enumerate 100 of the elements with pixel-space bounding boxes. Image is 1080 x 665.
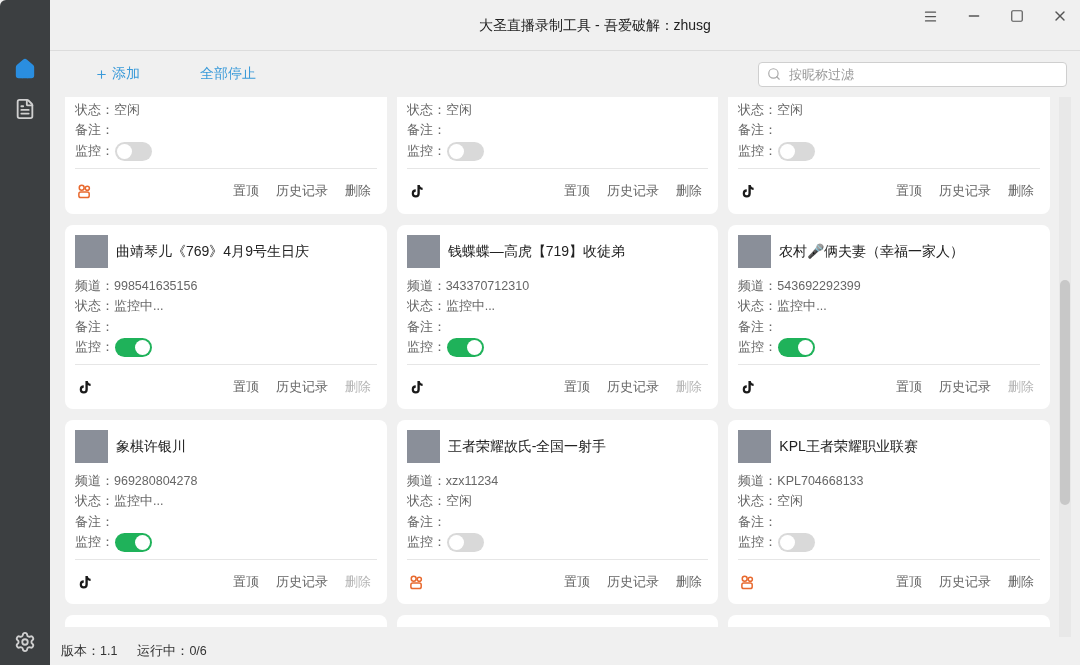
- monitor-toggle[interactable]: [115, 141, 152, 161]
- field-label: 频道：: [406, 277, 446, 295]
- plus-icon: [95, 67, 108, 81]
- card-action-link[interactable]: 置顶: [564, 572, 591, 592]
- card-action-link[interactable]: 置顶: [232, 181, 259, 201]
- field-label: 状态：: [75, 298, 114, 316]
- field-label: 监控：: [738, 142, 778, 160]
- streamer-name: 王者荣耀故氏-全国一射手: [447, 437, 607, 456]
- card-action-link[interactable]: 删除: [1008, 572, 1034, 592]
- circles-logo-icon: [740, 574, 756, 590]
- field-label: 频道：: [406, 472, 446, 490]
- field-value: 监控中...: [777, 298, 827, 316]
- field-label: 频道：: [738, 277, 778, 295]
- card-action-link[interactable]: 删除: [1008, 181, 1034, 201]
- field-label: 备注：: [75, 513, 114, 531]
- monitor-toggle[interactable]: [446, 141, 484, 161]
- field-value: 空闲: [445, 493, 472, 511]
- circles-logo-icon: [408, 574, 424, 590]
- field-label: 备注：: [406, 318, 446, 336]
- monitor-toggle[interactable]: [115, 533, 152, 553]
- card-action-link[interactable]: 置顶: [232, 377, 259, 397]
- streamer-name: 象棋许银川: [116, 437, 186, 456]
- search-field[interactable]: 按昵称过滤: [758, 62, 1067, 87]
- streamer-name: 曲靖琴儿《769》4月9号生日庆: [116, 242, 309, 261]
- field-label: 状态：: [738, 493, 778, 511]
- music-note-logo-icon: [77, 379, 92, 395]
- card-action-link[interactable]: 置顶: [564, 181, 591, 201]
- field-label: 频道：: [738, 472, 778, 490]
- monitor-toggle[interactable]: [778, 338, 816, 358]
- scrollbar-thumb[interactable]: [1060, 280, 1070, 505]
- field-value: 空闲: [445, 101, 472, 119]
- card-action-link[interactable]: 置顶: [896, 572, 922, 592]
- field-label: 备注：: [75, 318, 114, 336]
- menu-icon[interactable]: [923, 8, 938, 24]
- card-action-link[interactable]: 历史记录: [607, 181, 660, 201]
- field-label: 监控：: [406, 339, 446, 357]
- field-label: 备注：: [738, 513, 778, 531]
- field-label: 监控：: [75, 142, 114, 160]
- field-label: 状态：: [75, 101, 114, 119]
- music-note-logo-icon: [740, 183, 756, 199]
- field-label: 监控：: [738, 534, 778, 552]
- avatar-photo-placeholder: [738, 235, 772, 268]
- field-value: 空闲: [114, 101, 140, 119]
- avatar-photo-placeholder: [406, 235, 440, 268]
- card-action-link[interactable]: 置顶: [896, 377, 922, 397]
- field-label: 监控：: [75, 534, 114, 552]
- card-action-link[interactable]: 历史记录: [607, 377, 660, 397]
- field-label: 监控：: [406, 534, 446, 552]
- field-value: 998541635156: [114, 277, 198, 295]
- monitor-toggle[interactable]: [446, 533, 484, 553]
- field-label: 备注：: [738, 122, 778, 140]
- music-note-logo-icon: [740, 379, 756, 395]
- field-label: 监控：: [406, 142, 446, 160]
- field-label: 状态：: [75, 493, 114, 511]
- field-label: 状态：: [406, 298, 446, 316]
- card-action-link[interactable]: 历史记录: [275, 181, 328, 201]
- field-value: 监控中...: [114, 298, 164, 316]
- field-value: 空闲: [777, 493, 804, 511]
- field-label: 状态：: [738, 298, 778, 316]
- card-action-link[interactable]: 置顶: [232, 572, 259, 592]
- field-value: xzx11234: [445, 472, 499, 490]
- avatar-photo-placeholder: [406, 430, 440, 463]
- field-label: 监控：: [738, 339, 778, 357]
- search-icon: [767, 66, 781, 81]
- card-action-link[interactable]: 删除: [676, 572, 703, 592]
- card-action-link[interactable]: 历史记录: [275, 572, 328, 592]
- settings-icon[interactable]: [14, 631, 36, 653]
- version-text: 版本：1.1: [61, 642, 118, 660]
- field-value: 343370712310: [445, 277, 530, 295]
- document-icon[interactable]: [14, 98, 36, 120]
- monitor-toggle[interactable]: [778, 533, 816, 553]
- field-label: 频道：: [75, 472, 114, 490]
- card-action-link[interactable]: 历史记录: [275, 377, 328, 397]
- maximize-icon[interactable]: [1010, 9, 1024, 23]
- monitor-toggle[interactable]: [446, 338, 484, 358]
- field-label: 状态：: [406, 101, 446, 119]
- field-label: 备注：: [75, 122, 114, 140]
- field-value: 空闲: [777, 101, 804, 119]
- card-action-link[interactable]: 历史记录: [939, 377, 991, 397]
- home-icon[interactable]: [14, 58, 36, 80]
- field-value: 监控中...: [445, 298, 496, 316]
- field-label: 频道：: [75, 277, 114, 295]
- card-action-link[interactable]: 置顶: [896, 181, 922, 201]
- field-label: 状态：: [406, 493, 446, 511]
- card-action-link[interactable]: 删除: [676, 181, 703, 201]
- monitor-toggle[interactable]: [115, 338, 152, 358]
- monitor-toggle[interactable]: [778, 141, 816, 161]
- streamer-name: 农村🎤俩夫妻（幸福一家人）: [779, 242, 965, 261]
- card-action-link[interactable]: 删除: [344, 181, 371, 201]
- avatar-photo-placeholder: [75, 430, 108, 463]
- field-label: 备注：: [406, 513, 446, 531]
- field-value: KPL704668133: [777, 472, 864, 490]
- music-note-logo-icon: [77, 574, 92, 590]
- field-label: 备注：: [738, 318, 778, 336]
- card-action-link[interactable]: 历史记录: [939, 572, 991, 592]
- circles-logo-icon: [77, 183, 92, 199]
- card-action-link[interactable]: 历史记录: [939, 181, 991, 201]
- card-action-link[interactable]: 历史记录: [607, 572, 660, 592]
- card-action-link[interactable]: 置顶: [564, 377, 591, 397]
- field-label: 状态：: [738, 101, 778, 119]
